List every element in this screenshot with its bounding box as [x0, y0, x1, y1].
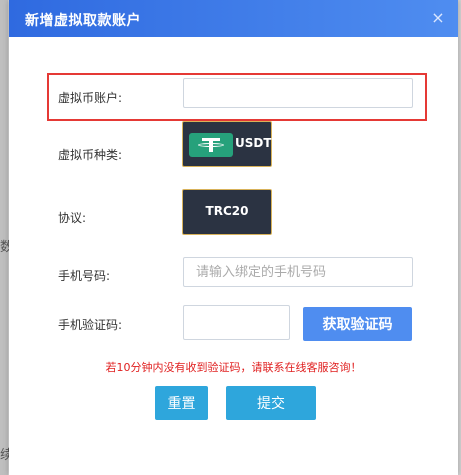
- dialog-title: 新增虚拟取款账户: [25, 13, 141, 29]
- protocol-label: 协议:: [58, 211, 87, 225]
- account-label: 虚拟币账户:: [58, 91, 123, 105]
- code-label: 手机验证码:: [58, 318, 123, 332]
- coin-name: USDT: [235, 136, 272, 150]
- reset-button[interactable]: 重置: [155, 386, 208, 420]
- tether-logo-icon: [189, 133, 233, 157]
- protocol-option-trc20[interactable]: TRC20: [182, 189, 272, 235]
- get-code-button[interactable]: 获取验证码: [303, 307, 412, 341]
- submit-button[interactable]: 提交: [226, 386, 316, 420]
- phone-label: 手机号码:: [58, 269, 111, 283]
- dialog-header: 新增虚拟取款账户 ×: [9, 0, 458, 37]
- phone-input[interactable]: [183, 257, 413, 287]
- account-input[interactable]: [183, 78, 413, 108]
- coin-option-usdt[interactable]: USDT: [182, 121, 272, 167]
- verification-code-input[interactable]: [183, 305, 290, 340]
- add-virtual-account-dialog: 新增虚拟取款账户 × 虚拟币账户: 虚拟币种类: USDT 协议: TRC20 …: [9, 0, 458, 475]
- hint-text: 若10分钟内没有收到验证码，请联系在线客服咨询！: [105, 361, 362, 374]
- protocol-name: TRC20: [205, 204, 249, 218]
- coin-type-label: 虚拟币种类:: [58, 148, 123, 162]
- close-icon[interactable]: ×: [428, 8, 448, 28]
